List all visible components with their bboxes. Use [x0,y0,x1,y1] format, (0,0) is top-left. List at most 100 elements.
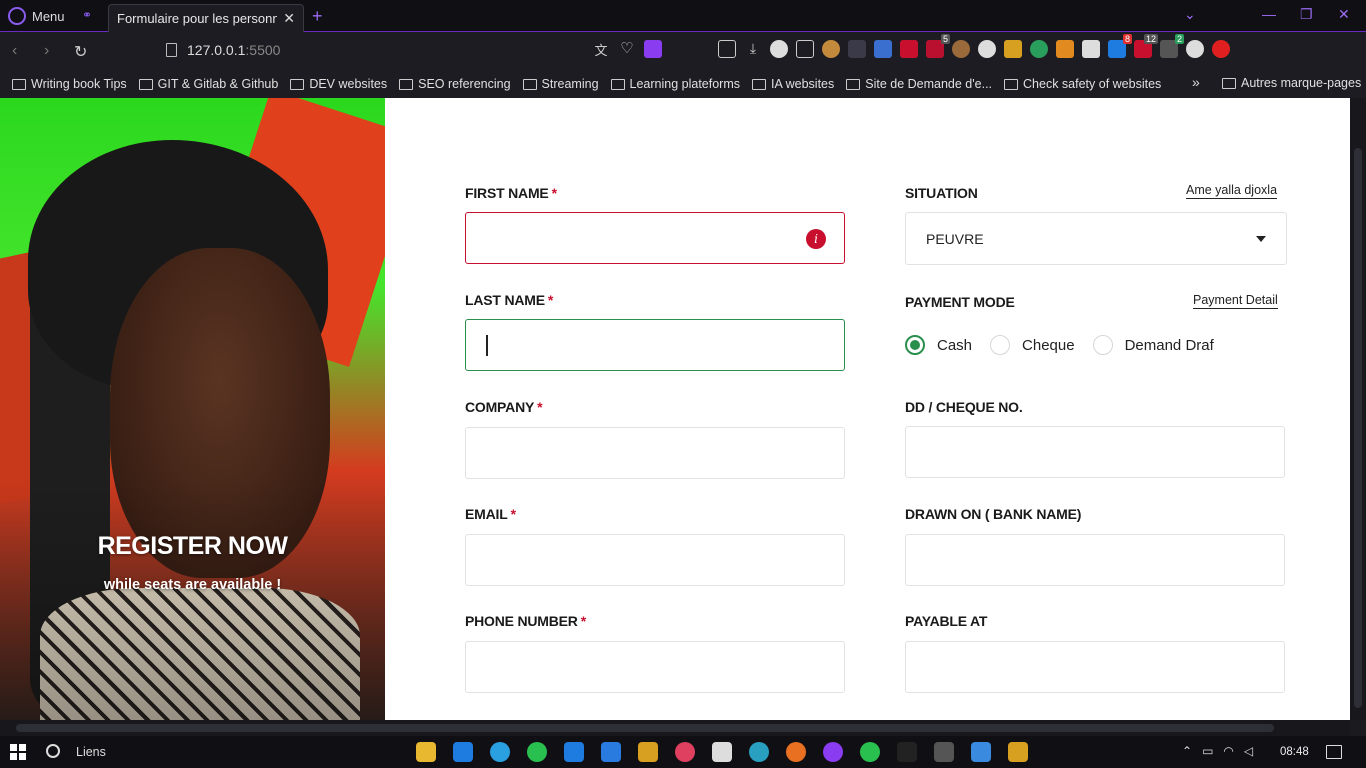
bookmark-folder[interactable]: Learning plateforms [610,77,740,91]
tool-icon[interactable] [848,40,866,58]
forward-icon[interactable]: › [44,42,49,60]
orange-extension-icon[interactable] [1056,40,1074,58]
wifi-icon[interactable]: ◠ [1223,744,1233,758]
scrollbar-thumb[interactable] [1354,148,1362,708]
file-explorer-icon[interactable] [416,742,436,762]
last-name-label: LAST NAME * [465,292,554,308]
cookie-icon[interactable] [952,40,970,58]
git-kraken-icon[interactable] [638,742,658,762]
circle-extension-icon[interactable] [978,40,996,58]
new-tab-icon[interactable]: + [312,6,323,27]
puzzle-icon[interactable] [796,40,814,58]
workspace-icon[interactable]: ⚭ [82,8,98,22]
last-name-field[interactable] [465,319,845,371]
reload-icon[interactable]: ↻ [74,42,87,62]
radio-demand-draft[interactable]: Demand Draf [1092,335,1214,355]
bookmark-folder[interactable]: IA websites [752,77,834,91]
play-icon[interactable] [1212,40,1230,58]
edge-icon[interactable] [749,742,769,762]
telegram-icon[interactable] [490,742,510,762]
search-icon[interactable] [46,744,60,758]
chevron-up-icon[interactable]: ⌃ [1182,744,1192,758]
scrollbar-thumb[interactable] [16,724,1274,732]
payment-detail-link[interactable]: Payment Detail [1193,293,1278,309]
maximize-icon[interactable]: ❐ [1300,6,1313,23]
grammar-icon[interactable]: 2 [1160,34,1184,58]
bookmark-folder[interactable]: DEV websites [290,77,387,91]
translate-icon[interactable]: 文 [592,40,610,58]
bookmark-label: GIT & Gitlab & Github [157,77,279,91]
active-tab[interactable]: Formulaire pour les personnes ✕ [108,4,304,32]
bookmark-folder[interactable]: Writing book Tips [12,77,127,91]
todo-icon[interactable] [601,742,621,762]
links-toolbar-label[interactable]: Liens [76,745,106,759]
bookmark-folder[interactable]: Streaming [522,77,599,91]
back-icon[interactable]: ‹ [12,42,17,60]
url-field[interactable]: 127.0.0.1:5500 [166,42,280,58]
owl-icon[interactable] [822,40,840,58]
folder-icon [399,78,414,90]
mail-icon[interactable]: 12 [1134,34,1158,58]
tab-list-icon[interactable]: ⌄ [1184,6,1196,23]
w-circle-icon[interactable] [1186,40,1204,58]
notes-icon[interactable] [1082,40,1100,58]
close-window-icon[interactable]: ✕ [1338,6,1350,23]
radio-cash[interactable]: Cash [905,335,972,355]
whatsapp-icon[interactable] [527,742,547,762]
minimize-icon[interactable]: — [1262,6,1276,22]
radio-cheque[interactable]: Cheque [990,335,1075,355]
more-bookmarks-icon[interactable]: » [1192,74,1200,90]
folder-icon [522,78,537,90]
bookmark-folder[interactable]: Site de Demande d'e... [846,77,992,91]
vertical-scrollbar[interactable] [1350,98,1366,720]
hd-icon[interactable] [900,40,918,58]
shield-icon[interactable] [644,40,662,58]
clock[interactable]: 08:48 [1280,746,1309,758]
x-icon[interactable] [897,742,917,762]
green-extension-icon[interactable] [1030,40,1048,58]
github-desktop-icon[interactable] [675,742,695,762]
registration-form: FIRST NAME * i LAST NAME * COMPANY * EMAIL *… [385,98,1350,720]
phone-field[interactable] [465,641,845,693]
heart-icon[interactable]: ♡ [618,40,636,58]
blue-extension-icon[interactable]: 8 [1108,34,1132,58]
notifications-icon[interactable] [1326,745,1342,759]
drawn-on-field[interactable] [905,534,1285,586]
photos-icon[interactable] [971,742,991,762]
vscode-icon[interactable] [564,742,584,762]
dd-cheque-field[interactable] [905,426,1285,478]
windows-taskbar: Liens ⌃ ▭ ◠ ◁ 08:48 [0,736,1366,768]
situation-link[interactable]: Ame yalla djoxla [1186,183,1278,199]
battery-icon[interactable]: ▭ [1202,744,1213,758]
m-extension-icon[interactable] [770,40,788,58]
folder-icon [752,78,767,90]
opera-gx-icon[interactable] [823,742,843,762]
terminal-icon[interactable] [934,742,954,762]
email-field[interactable] [465,534,845,586]
bookmark-folder[interactable]: SEO referencing [399,77,511,91]
bookmark-folder[interactable]: Check safety of websites [1004,77,1161,91]
other-bookmarks-folder[interactable]: Autres marque-pages [1222,76,1361,90]
notion-icon[interactable] [712,742,732,762]
payable-at-field[interactable] [905,641,1285,693]
mail-app-icon[interactable] [453,742,473,762]
browser-menu-button[interactable]: Menu [8,6,65,26]
page-info-icon[interactable] [166,43,177,57]
bookmark-label: Streaming [541,77,599,91]
firefox-icon[interactable] [786,742,806,762]
tag-icon[interactable] [1004,40,1022,58]
first-name-field[interactable]: i [465,212,845,264]
windows-start-icon[interactable] [10,744,26,760]
company-field[interactable] [465,427,845,479]
volume-icon[interactable]: ◁ [1244,744,1253,758]
bookmark-folder[interactable]: GIT & Gitlab & Github [138,77,279,91]
w-extension-icon[interactable]: 5 [926,34,950,58]
megaphone-icon[interactable] [874,40,892,58]
close-tab-icon[interactable]: ✕ [283,10,295,27]
spotify-icon[interactable] [860,742,880,762]
horizontal-scrollbar[interactable] [0,720,1350,736]
sourcetree-icon[interactable] [1008,742,1028,762]
download-icon[interactable]: ⤓ [744,40,762,58]
situation-select[interactable]: PEUVRE [905,212,1287,265]
pocket-icon[interactable] [718,40,736,58]
